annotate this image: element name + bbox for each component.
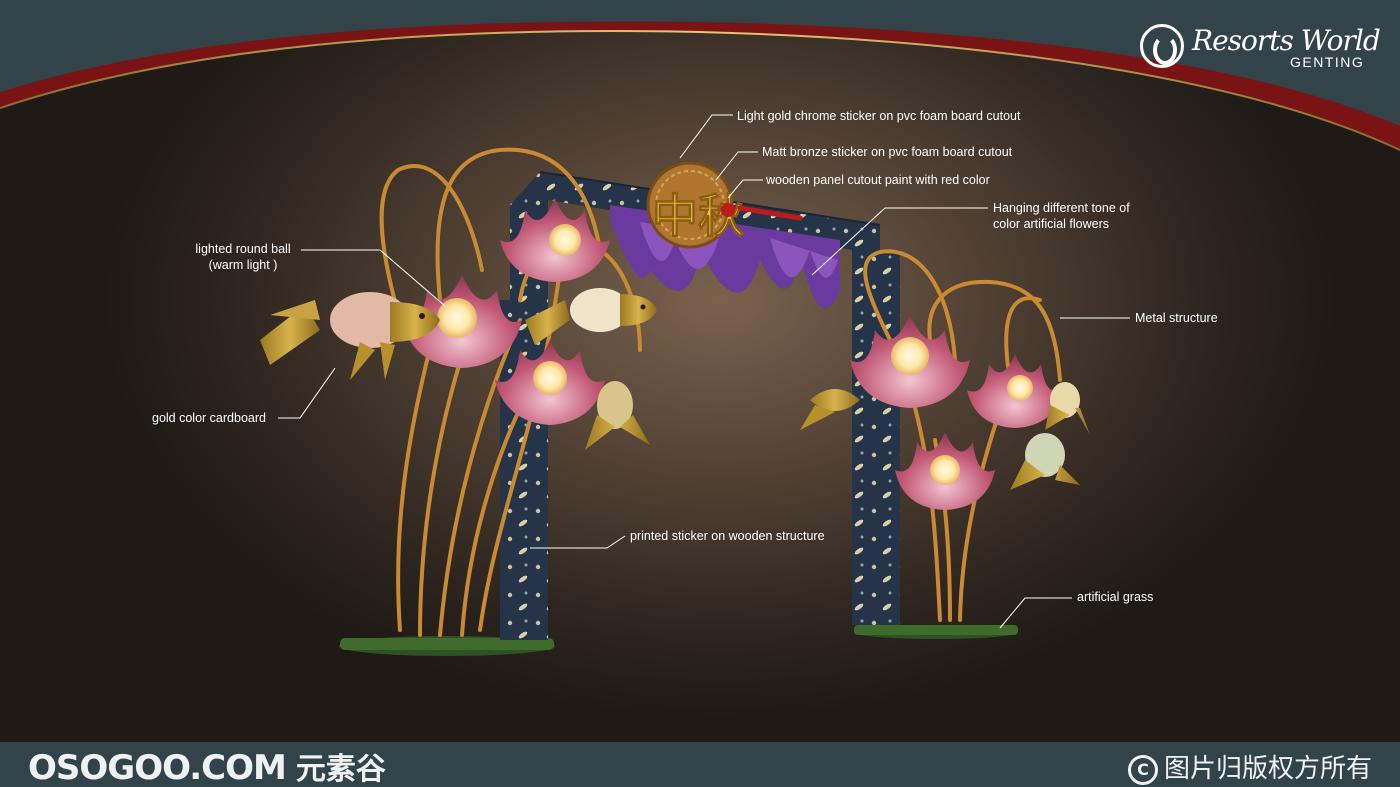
copyright-icon: C	[1127, 755, 1158, 785]
callout-wooden-panel: wooden panel cutout paint with red color	[766, 173, 990, 187]
callout-printed-sticker: printed sticker on wooden structure	[630, 529, 825, 543]
callout-lighted-ball: lighted round ball (warm light )	[188, 241, 298, 273]
callout-lighted-ball-line1: lighted round ball	[195, 242, 291, 256]
fish-left-large	[260, 292, 440, 380]
callout-hanging-flowers-line2: color artificial flowers	[993, 217, 1110, 231]
callout-artificial-grass: artificial grass	[1077, 590, 1154, 604]
fish-right-top	[1045, 382, 1090, 435]
stage: Resorts World GENTING 中秋 Light gold chro…	[0, 0, 1400, 787]
watermark-rights-text: 图片归版权方所有	[1163, 754, 1372, 784]
arch-illustration: 中秋	[260, 147, 1090, 656]
callout-hanging-flowers-line1: Hanging different tone of	[993, 201, 1130, 215]
callout-light-gold-sticker: Light gold chrome sticker on pvc foam bo…	[737, 109, 1021, 123]
watermark-site-cn: 元素谷	[295, 752, 386, 787]
callout-metal-structure: Metal structure	[1135, 311, 1218, 325]
fish-right-left	[800, 389, 860, 430]
watermark-site-name: OSOGOO.COM	[28, 748, 287, 787]
fish-right-bottom	[1010, 433, 1080, 490]
callout-gold-cardboard: gold color cardboard	[152, 411, 266, 425]
callout-hanging-flowers: Hanging different tone of color artifici…	[993, 200, 1130, 232]
callout-matt-bronze-sticker: Matt bronze sticker on pvc foam board cu…	[762, 145, 1013, 159]
lotus-right-lower	[895, 432, 995, 510]
watermark-site: OSOGOO.COM 元素谷	[28, 744, 386, 787]
callout-lighted-ball-line2: (warm light )	[208, 258, 278, 272]
watermark-rights: C 图片归版权方所有	[1127, 748, 1372, 785]
